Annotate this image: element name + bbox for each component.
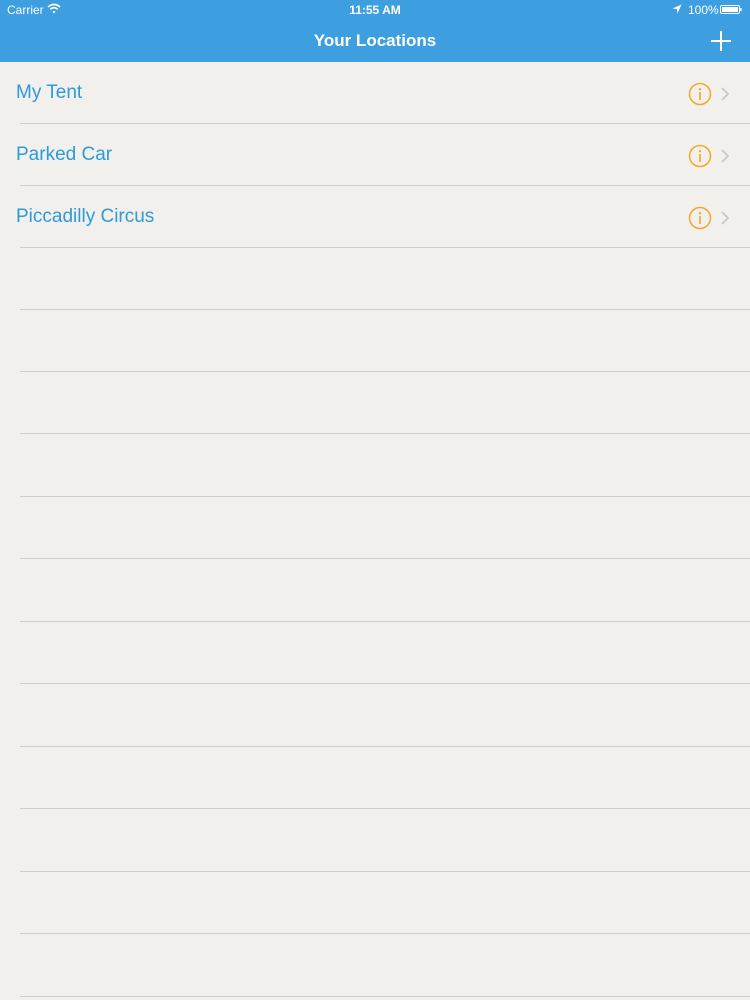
- empty-row: [0, 685, 750, 747]
- navigation-bar: Carrier 11:55 AM 100% Your Locations: [0, 0, 750, 62]
- location-name: Piccadilly Circus: [16, 206, 155, 227]
- info-icon[interactable]: [688, 82, 712, 106]
- location-arrow-icon: [672, 4, 682, 14]
- empty-row: [0, 497, 750, 559]
- empty-row: [0, 872, 750, 934]
- empty-row: [0, 810, 750, 872]
- chevron-right-icon: [721, 149, 730, 163]
- empty-row: [0, 310, 750, 372]
- add-location-button[interactable]: [708, 28, 734, 54]
- location-row[interactable]: My Tent: [0, 62, 750, 124]
- location-row[interactable]: Parked Car: [0, 124, 750, 186]
- chevron-right-icon: [721, 87, 730, 101]
- row-divider: [20, 996, 750, 997]
- empty-row: [0, 435, 750, 497]
- location-row[interactable]: Piccadilly Circus: [0, 186, 750, 248]
- empty-row: [0, 248, 750, 310]
- row-divider: [20, 808, 750, 809]
- locations-list: My Tent Parked Car Piccadilly Circus: [0, 62, 750, 1000]
- status-bar: Carrier 11:55 AM 100%: [0, 0, 750, 20]
- info-icon[interactable]: [688, 144, 712, 168]
- page-title: Your Locations: [313, 31, 437, 50]
- empty-row: [0, 935, 750, 997]
- empty-row: [0, 622, 750, 684]
- location-name: My Tent: [16, 82, 83, 103]
- row-divider: [20, 683, 750, 684]
- row-divider: [20, 933, 750, 934]
- plus-icon: [711, 31, 731, 51]
- location-name: Parked Car: [16, 144, 113, 165]
- row-divider: [20, 558, 750, 559]
- empty-row: [0, 560, 750, 622]
- empty-row: [0, 372, 750, 434]
- battery-percentage: 100%: [688, 3, 719, 17]
- empty-row: [0, 747, 750, 809]
- info-icon[interactable]: [688, 206, 712, 230]
- row-divider: [20, 433, 750, 434]
- status-time: 11:55 AM: [349, 3, 401, 17]
- chevron-right-icon: [721, 211, 730, 225]
- battery-icon: [720, 5, 742, 14]
